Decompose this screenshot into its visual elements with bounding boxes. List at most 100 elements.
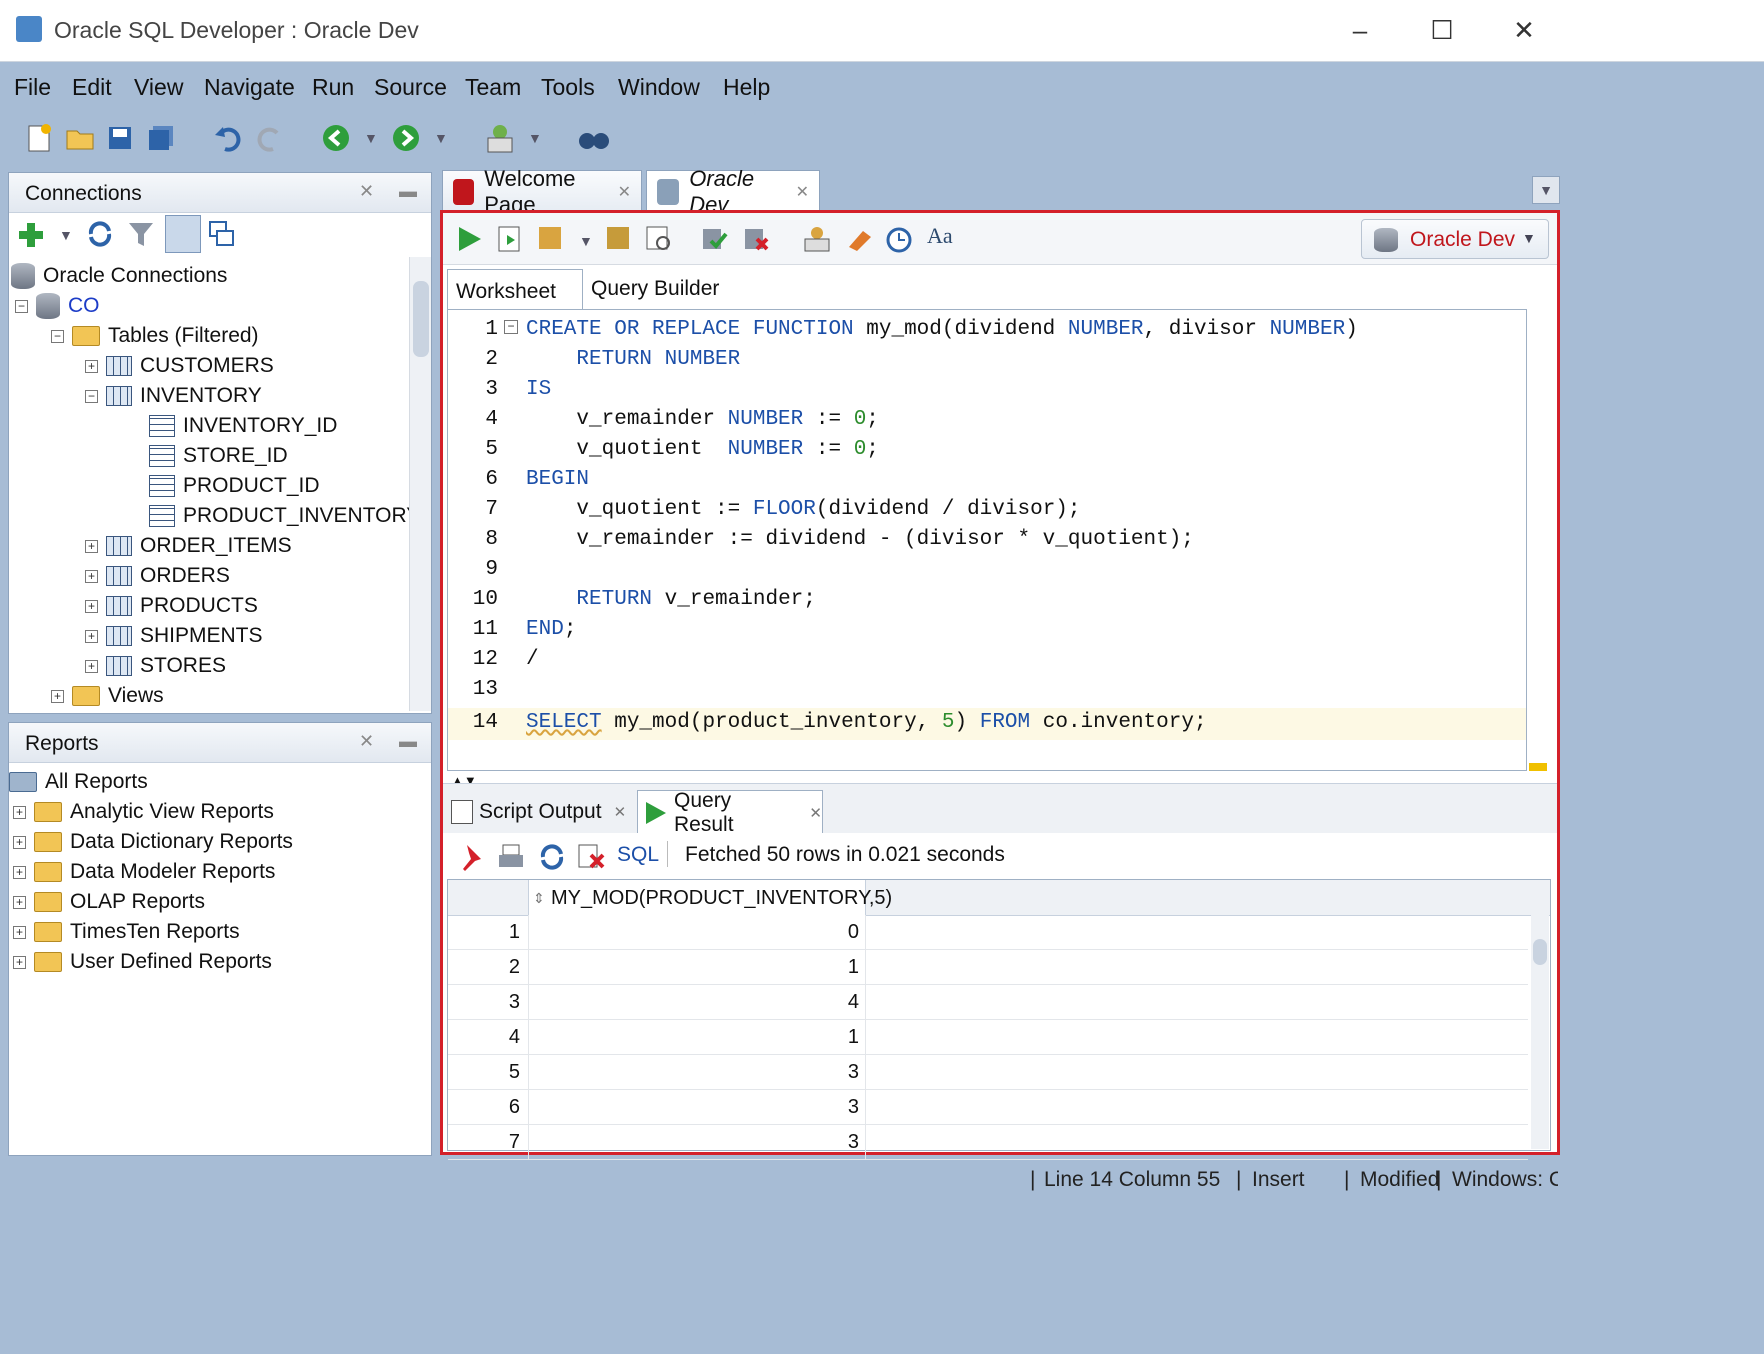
schema-browser-icon[interactable] (165, 215, 201, 253)
tree-co-connection[interactable]: − CO (15, 291, 100, 321)
table-row[interactable]: 41 (448, 1020, 1528, 1055)
cell-value[interactable]: 3 (528, 1090, 866, 1124)
clear-eraser-icon[interactable] (845, 225, 873, 259)
table-row[interactable]: 73 (448, 1125, 1528, 1160)
table-row[interactable]: 34 (448, 985, 1528, 1020)
add-connection-dropdown-icon[interactable]: ▼ (59, 227, 73, 243)
open-folder-icon[interactable] (62, 120, 98, 156)
tree-table-products[interactable]: + PRODUCTS (85, 591, 258, 621)
refresh-icon[interactable] (537, 843, 567, 877)
menu-source[interactable]: Source (374, 74, 447, 101)
expand-icon[interactable]: + (85, 359, 98, 373)
refresh-icon[interactable] (85, 219, 115, 255)
find-binoculars-icon[interactable] (576, 120, 612, 156)
tree-table-order-items[interactable]: + ORDER_ITEMS (85, 531, 292, 561)
rollback-icon[interactable] (743, 225, 771, 259)
code-editor[interactable]: − 1 2 3 4 5 6 7 8 9 10 11 12 13 14 CREAT… (447, 309, 1527, 771)
tree-column-product-id[interactable]: PRODUCT_ID (149, 471, 320, 501)
forward-icon[interactable] (388, 120, 424, 156)
scrollbar-thumb[interactable] (1533, 939, 1547, 965)
connections-scrollbar[interactable] (409, 257, 431, 711)
sql-history-icon[interactable] (885, 225, 913, 259)
commit-icon[interactable] (701, 225, 729, 259)
menu-file[interactable]: File (14, 74, 51, 101)
tab-close-icon[interactable]: ✕ (809, 804, 822, 822)
cell-value[interactable]: 0 (528, 915, 866, 949)
filter-icon[interactable] (127, 219, 155, 255)
scrollbar-thumb[interactable] (413, 281, 429, 357)
tree-table-inventory[interactable]: − INVENTORY (85, 381, 262, 411)
tab-script-output[interactable]: Script Output ✕ (451, 792, 626, 832)
new-file-icon[interactable] (22, 120, 58, 156)
cell-value[interactable]: 1 (528, 1020, 866, 1054)
close-panel-icon[interactable]: ✕ (359, 731, 374, 752)
collapse-all-icon[interactable] (207, 219, 237, 255)
redo-icon[interactable] (252, 120, 288, 156)
expand-icon[interactable]: + (13, 955, 26, 969)
tree-column-store-id[interactable]: STORE_ID (149, 441, 288, 471)
minimize-button[interactable]: – (1330, 10, 1390, 50)
report-timesten[interactable]: + TimesTen Reports (13, 917, 240, 947)
subtab-query-builder[interactable]: Query Builder (591, 277, 719, 301)
tree-tables-filtered[interactable]: − Tables (Filtered) (51, 321, 259, 351)
tree-table-shipments[interactable]: + SHIPMENTS (85, 621, 263, 651)
tab-query-result[interactable]: Query Result ✕ (637, 789, 823, 836)
table-row[interactable]: 63 (448, 1090, 1528, 1125)
back-icon[interactable] (318, 120, 354, 156)
menu-window[interactable]: Window (618, 74, 700, 101)
tree-views[interactable]: + Views (51, 681, 164, 711)
cancel-query-icon[interactable] (577, 843, 607, 877)
menu-tools[interactable]: Tools (541, 74, 595, 101)
report-olap[interactable]: + OLAP Reports (13, 887, 205, 917)
save-icon[interactable] (102, 120, 138, 156)
collapse-icon[interactable]: − (15, 299, 28, 313)
back-dropdown-icon[interactable]: ▼ (364, 130, 378, 146)
menu-view[interactable]: View (134, 74, 183, 101)
cell-value[interactable]: 1 (528, 950, 866, 984)
expand-icon[interactable]: + (51, 689, 64, 703)
tab-welcome-page[interactable]: Welcome Page ✕ (442, 166, 642, 217)
unshared-worksheet-icon[interactable] (803, 225, 831, 259)
close-panel-icon[interactable]: ✕ (359, 181, 374, 202)
expand-icon[interactable]: + (13, 925, 26, 939)
sql-worksheet-icon[interactable] (482, 120, 518, 156)
cell-value[interactable]: 3 (528, 1125, 866, 1159)
table-row[interactable]: 53 (448, 1055, 1528, 1090)
table-row[interactable]: 10 (448, 915, 1528, 950)
tree-table-stores[interactable]: + STORES (85, 651, 226, 681)
sql-tuning-icon[interactable] (645, 225, 673, 259)
report-all-reports[interactable]: All Reports (9, 767, 148, 797)
subtab-worksheet[interactable]: Worksheet (447, 269, 583, 309)
collapse-icon[interactable]: − (51, 329, 64, 343)
table-row[interactable]: 21 (448, 950, 1528, 985)
tree-oracle-connections[interactable]: Oracle Connections (11, 261, 227, 291)
add-connection-icon[interactable] (15, 219, 47, 257)
sql-link[interactable]: SQL (617, 843, 659, 867)
tree-column-product-inventory[interactable]: PRODUCT_INVENTORY (149, 501, 420, 531)
menu-edit[interactable]: Edit (72, 74, 112, 101)
run-script-icon[interactable] (497, 225, 523, 259)
expand-icon[interactable]: + (13, 865, 26, 879)
report-analytic-view[interactable]: + Analytic View Reports (13, 797, 274, 827)
cell-value[interactable]: 4 (528, 985, 866, 1019)
expand-icon[interactable]: + (13, 895, 26, 909)
expand-icon[interactable]: + (13, 805, 26, 819)
expand-icon[interactable]: + (85, 629, 98, 643)
tab-oracle-dev[interactable]: Oracle Dev ✕ (646, 166, 820, 217)
expand-icon[interactable]: + (85, 569, 98, 583)
cell-value[interactable]: 3 (528, 1055, 866, 1089)
autotrace-icon[interactable] (537, 225, 565, 259)
collapse-icon[interactable]: − (85, 389, 98, 403)
expand-icon[interactable]: + (13, 835, 26, 849)
forward-dropdown-icon[interactable]: ▼ (434, 130, 448, 146)
close-button[interactable]: ✕ (1494, 10, 1554, 50)
tab-close-icon[interactable]: ✕ (614, 803, 627, 821)
tab-close-icon[interactable]: ✕ (618, 182, 631, 202)
column-header[interactable]: ⇕ MY_MOD(PRODUCT_INVENTORY,5) (528, 880, 892, 916)
tree-table-orders[interactable]: + ORDERS (85, 561, 230, 591)
menu-help[interactable]: Help (723, 74, 770, 101)
expand-icon[interactable]: + (85, 599, 98, 613)
report-user-defined[interactable]: + User Defined Reports (13, 947, 272, 977)
fold-icon[interactable]: − (504, 320, 518, 334)
tab-close-icon[interactable]: ✕ (796, 182, 809, 202)
